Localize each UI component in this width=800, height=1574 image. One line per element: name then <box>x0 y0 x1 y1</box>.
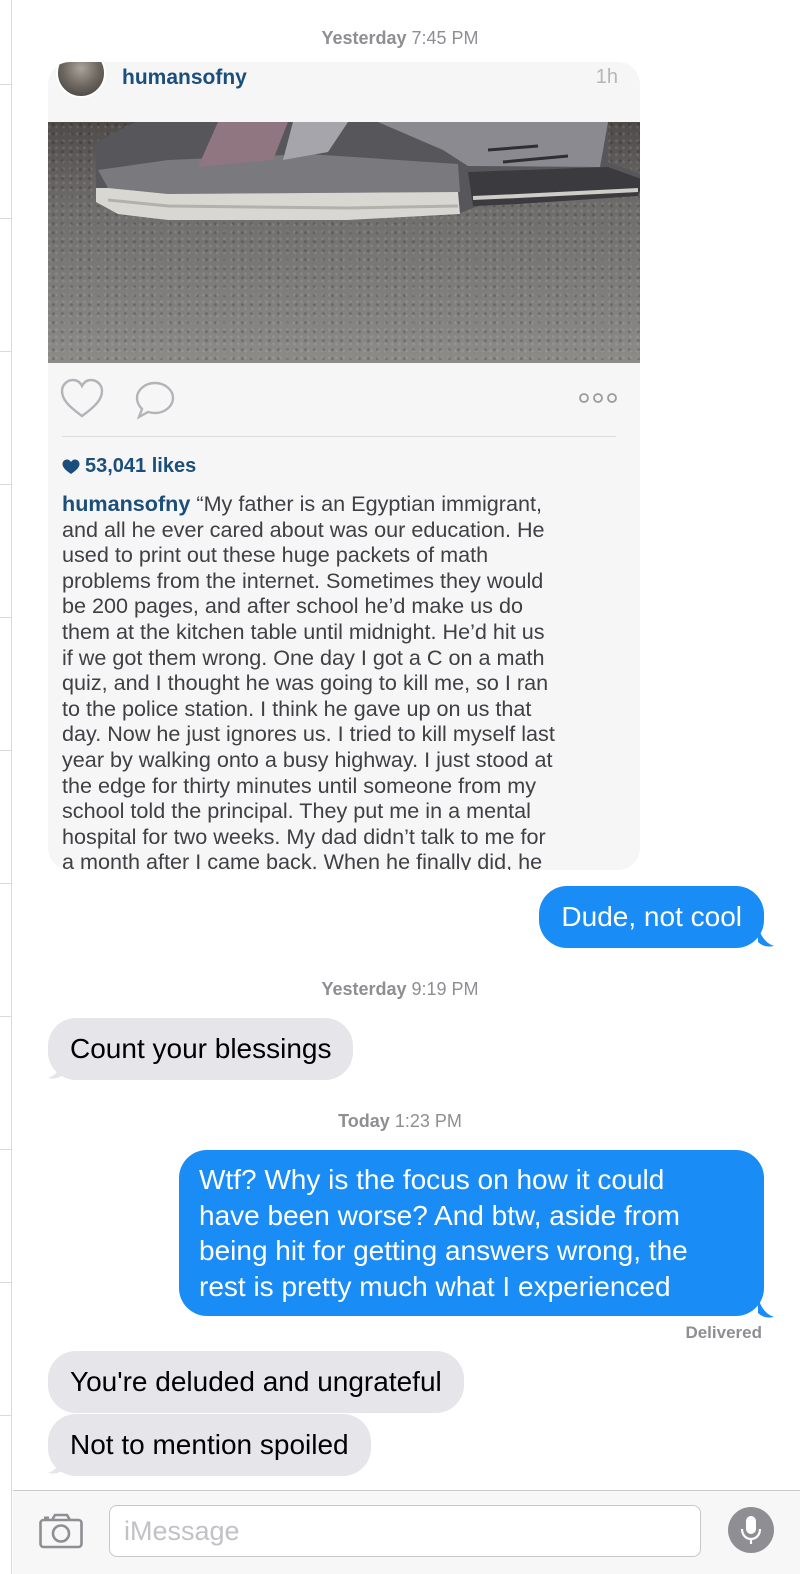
caption-line: school told the principal. They put me i… <box>62 798 531 824</box>
post-time-ago: 1h <box>595 66 618 88</box>
caption-line: day. Now he just ignores us. I tried to … <box>62 721 555 747</box>
caption-line: be 200 pages, and after school he’d make… <box>62 593 523 619</box>
heart-filled-icon <box>62 459 80 474</box>
caption-line: and all he ever cared about was our educ… <box>62 516 545 542</box>
rail-divider <box>0 351 12 352</box>
timestamp-time: 9:19 PM <box>411 979 479 999</box>
rail-divider <box>0 750 12 751</box>
comment-icon[interactable] <box>134 380 176 420</box>
caption-line: the edge for thirty minutes until someon… <box>62 772 537 798</box>
delivery-status: Delivered <box>685 1323 762 1342</box>
message-text: Count your blessings <box>70 1033 332 1064</box>
rail-divider <box>0 484 12 485</box>
caption-username[interactable]: humansofny <box>62 491 190 516</box>
rail-divider <box>0 1282 12 1283</box>
message-text: Not to mention spoiled <box>70 1429 349 1460</box>
camera-icon[interactable] <box>39 1513 83 1549</box>
rail-divider <box>0 1016 12 1017</box>
rail-divider <box>0 1149 12 1150</box>
post-photo[interactable] <box>48 122 640 363</box>
bubble-tail <box>758 1297 774 1318</box>
incoming-message-bubble[interactable]: Count your blessings <box>48 1018 354 1080</box>
timestamp-day: Yesterday <box>321 28 407 48</box>
timestamp-time: 1:23 PM <box>394 1111 462 1131</box>
message-text: You're deluded and ungrateful <box>70 1366 442 1397</box>
message-line: have been worse? And btw, aside from <box>199 1199 680 1231</box>
message-text: Dude, not cool <box>561 901 742 932</box>
caption-line: problems from the internet. Sometimes th… <box>62 567 544 593</box>
timestamp-day: Today <box>338 1111 390 1131</box>
timestamp-header: Yesterday 9:19 PM <box>0 979 800 1000</box>
microphone-button[interactable] <box>728 1507 774 1553</box>
imessage-input[interactable] <box>109 1505 701 1557</box>
likes-label: 53,041 likes <box>85 455 197 477</box>
rail-divider <box>0 617 12 618</box>
post-username[interactable]: humansofny <box>122 66 247 90</box>
caption-line: year by walking onto a busy highway. I j… <box>62 746 553 772</box>
caption-line: if we got them wrong. One day I got a C … <box>62 644 545 670</box>
post-caption: humansofny “My father is an Egyptian imm… <box>62 491 622 870</box>
rail-divider <box>0 1415 12 1416</box>
caption-line: quiz, and I thought he was going to kill… <box>62 670 549 696</box>
incoming-message-bubble[interactable]: Not to mention spoiled <box>48 1414 371 1476</box>
caption-text: “My father is an Egyptian immigrant, <box>196 491 543 516</box>
caption-line: them at the kitchen table until midnight… <box>62 618 545 644</box>
incoming-message-bubble[interactable]: You're deluded and ungrateful <box>48 1351 464 1413</box>
left-split-pane-edge <box>0 0 12 1574</box>
divider <box>62 436 616 437</box>
message-line: rest is pretty much what I experienced <box>199 1270 671 1302</box>
likes-count[interactable]: 53,041 likes <box>62 455 196 478</box>
caption-line: to the police station. I think he gave u… <box>62 695 532 721</box>
timestamp-header: Today 1:23 PM <box>0 1111 800 1132</box>
timestamp-header: Yesterday 7:45 PM <box>0 28 800 49</box>
message-line: being hit for getting answers wrong, the <box>199 1235 688 1266</box>
microphone-icon <box>740 1516 762 1544</box>
timestamp-time: 7:45 PM <box>411 28 479 48</box>
outgoing-message-bubble[interactable]: Dude, not cool <box>539 886 764 948</box>
outgoing-message-bubble[interactable]: Wtf? Why is the focus on how it could ha… <box>179 1150 764 1316</box>
heart-icon[interactable] <box>60 378 104 420</box>
message-line: Wtf? Why is the focus on how it could <box>199 1164 665 1195</box>
sneakers-illustration <box>96 122 640 220</box>
caption-line: a month after I came back. When he final… <box>62 849 543 870</box>
timestamp-day: Yesterday <box>321 979 407 999</box>
message-input-bar <box>13 1490 800 1574</box>
bubble-tail <box>758 926 774 947</box>
caption-line: used to print out these huge packets of … <box>62 542 489 568</box>
shared-instagram-post[interactable]: humansofny 1h 53,041 likes humansofny “M… <box>48 62 640 870</box>
rail-divider <box>0 218 12 219</box>
avatar[interactable] <box>56 62 106 98</box>
more-options-icon[interactable] <box>578 390 618 406</box>
caption-line: hospital for two weeks. My dad didn’t ta… <box>62 823 546 849</box>
post-action-bar <box>48 362 640 436</box>
bubble-tail <box>48 1453 64 1474</box>
bubble-tail <box>48 1058 64 1079</box>
caption-line: humansofny “My father is an Egyptian imm… <box>62 491 622 517</box>
rail-divider <box>0 883 12 884</box>
rail-divider <box>0 84 12 85</box>
